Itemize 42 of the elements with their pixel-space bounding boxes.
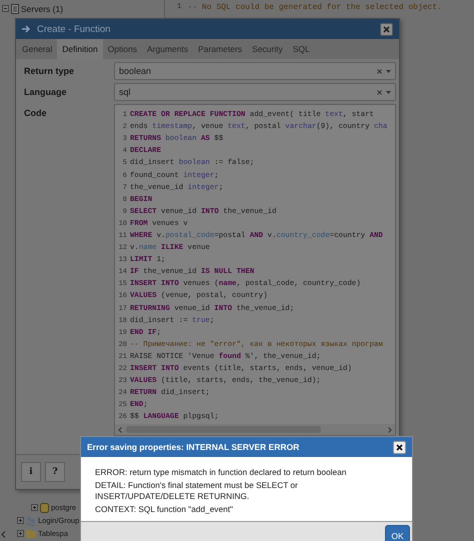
tree-item[interactable]: Servers (1) bbox=[21, 4, 64, 14]
caret-icon[interactable] bbox=[386, 90, 391, 94]
caret-icon[interactable] bbox=[386, 70, 391, 72]
error-message: DETAIL: Function's final statement must be SELECT or INSERT/UPDATE/DELETE RETURNING. bbox=[95, 480, 299, 502]
select-field[interactable]: sql bbox=[114, 83, 396, 101]
function-icon bbox=[22, 25, 31, 33]
ok-button[interactable]: OK bbox=[385, 525, 410, 541]
tab[interactable]: General bbox=[17, 39, 58, 59]
field-label: Language bbox=[23, 86, 68, 97]
error-title: Error saving properties: INTERNAL SERVER ERROR bbox=[87, 442, 300, 452]
clear-icon[interactable] bbox=[377, 68, 382, 74]
help-button[interactable]: ? bbox=[45, 462, 65, 482]
select-field[interactable]: boolean bbox=[114, 62, 396, 80]
tab[interactable]: Options bbox=[102, 39, 142, 59]
tab[interactable]: Definition bbox=[57, 39, 103, 59]
horizontal-scrollbar[interactable] bbox=[115, 424, 395, 435]
close-icon bbox=[396, 444, 403, 450]
tab[interactable]: SQL bbox=[288, 39, 315, 59]
info-button[interactable]: i bbox=[21, 462, 41, 482]
tab[interactable]: Security bbox=[247, 39, 288, 59]
sql-comment: -- No SQL could be generated for the selected object. bbox=[188, 3, 442, 12]
folder-icon bbox=[26, 529, 36, 538]
scroll-right-icon[interactable] bbox=[388, 426, 392, 432]
close-icon bbox=[383, 26, 390, 32]
expand-icon[interactable] bbox=[17, 517, 24, 524]
server-icon bbox=[11, 4, 19, 14]
tab[interactable]: Parameters bbox=[193, 39, 248, 59]
tab[interactable]: Arguments bbox=[142, 39, 194, 59]
expand-icon[interactable] bbox=[31, 504, 38, 511]
expand-icon[interactable] bbox=[17, 530, 24, 537]
close-button[interactable] bbox=[393, 440, 406, 454]
field-label: Return type bbox=[23, 65, 76, 76]
database-icon bbox=[40, 502, 49, 512]
error-message: CONTEXT: SQL function "add_event" bbox=[95, 504, 234, 515]
scroll-left-icon[interactable] bbox=[1, 531, 6, 538]
scroll-left-icon[interactable] bbox=[118, 426, 122, 432]
clear-icon[interactable] bbox=[377, 90, 382, 94]
dialog-title: Create - Function bbox=[37, 24, 110, 34]
error-message: ERROR: return type mismatch in function declared to return boolean bbox=[95, 467, 348, 478]
code-editor[interactable] bbox=[114, 104, 396, 436]
collapse-icon[interactable] bbox=[2, 5, 9, 12]
field-label: Code bbox=[23, 107, 48, 118]
